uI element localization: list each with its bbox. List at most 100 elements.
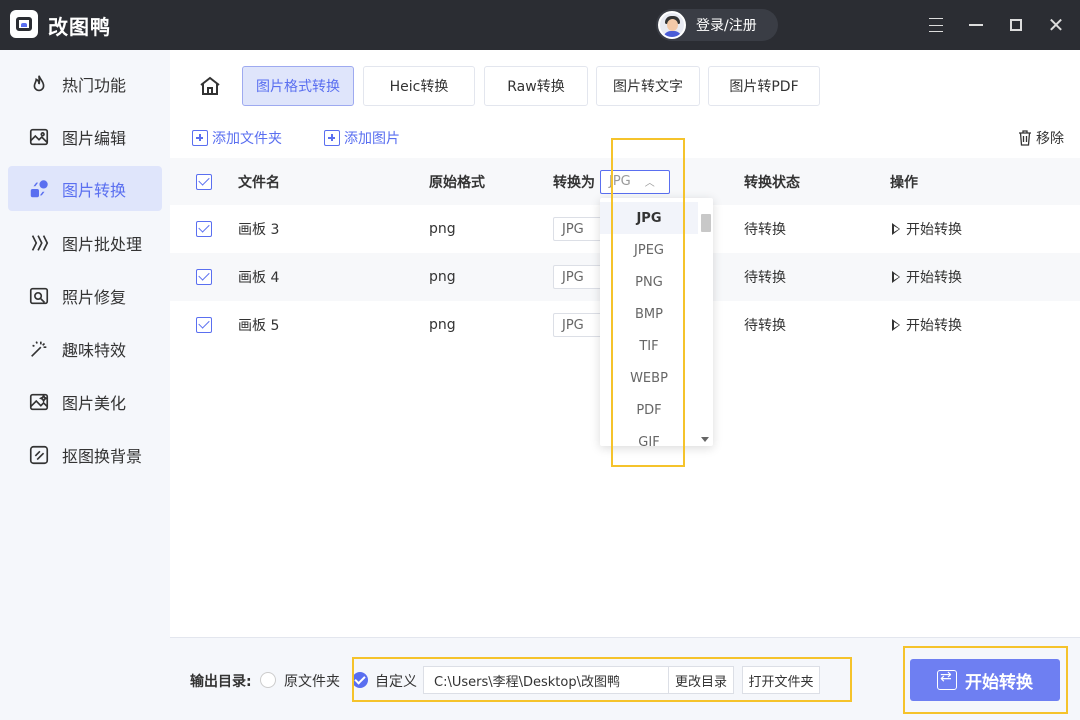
sidebar-item-label: 照片修复: [62, 287, 127, 307]
batch-format-select[interactable]: JPG ︿: [600, 169, 670, 194]
header-action: 操作: [890, 174, 918, 191]
sidebar-item-effects[interactable]: 趣味特效: [8, 326, 162, 371]
add-image-button[interactable]: 添加图片: [324, 128, 400, 148]
sidebar-item-beautify[interactable]: 图片美化: [8, 379, 162, 424]
menu-icon[interactable]: [926, 15, 946, 35]
sidebar-item-cutout[interactable]: 抠图换背景: [8, 432, 162, 477]
sidebar-item-edit[interactable]: 图片编辑: [8, 114, 162, 159]
add-folder-icon: [192, 130, 208, 146]
dropdown-option-pdf[interactable]: PDF: [600, 394, 698, 426]
row-filename: 画板 5: [238, 318, 280, 334]
row-checkbox[interactable]: [196, 221, 212, 237]
cutout-icon: [28, 444, 50, 466]
sidebar-item-label: 图片转换: [62, 180, 127, 200]
dropdown-option-webp[interactable]: WEBP: [600, 362, 698, 394]
remove-button[interactable]: 移除: [1018, 128, 1064, 148]
start-convert-button[interactable]: 开始转换: [910, 659, 1060, 701]
sidebar-item-batch[interactable]: 图片批处理: [8, 220, 162, 265]
close-icon[interactable]: ✕: [1046, 15, 1066, 35]
row-start-button[interactable]: 开始转换: [892, 301, 962, 349]
photo-repair-icon: [28, 285, 50, 307]
fire-icon: [28, 73, 50, 95]
header-convert-to: 转换为: [553, 174, 595, 191]
app-title: 改图鸭: [48, 15, 111, 39]
scrollbar-thumb[interactable]: [701, 214, 711, 232]
header-filename: 文件名: [238, 174, 280, 191]
row-format: png: [429, 221, 456, 237]
tab-to-text[interactable]: 图片转文字: [596, 66, 700, 106]
start-convert-label: 开始转换: [965, 672, 1033, 693]
sidebar-item-hot[interactable]: 热门功能: [8, 61, 162, 106]
radio-original-folder[interactable]: [260, 672, 276, 688]
row-format: png: [429, 317, 456, 333]
open-folder-button[interactable]: 打开文件夹: [742, 666, 820, 694]
beautify-icon: [28, 391, 50, 413]
sidebar: 热门功能 图片编辑 图片转换 图片批处理 照片修复 趣味特效 图片美化 抠图换背…: [0, 50, 170, 720]
remove-label: 移除: [1036, 131, 1064, 147]
login-button[interactable]: 登录/注册: [656, 9, 778, 41]
row-start-button[interactable]: 开始转换: [892, 205, 962, 253]
row-status: 待转换: [744, 222, 786, 238]
row-start-label: 开始转换: [906, 318, 962, 334]
convert-icon: [28, 178, 50, 200]
row-checkbox[interactable]: [196, 269, 212, 285]
dropdown-option-jpg[interactable]: JPG: [600, 202, 698, 234]
play-icon: [892, 271, 900, 283]
row-start-button[interactable]: 开始转换: [892, 253, 962, 301]
radio-custom-folder[interactable]: [352, 672, 368, 688]
batch-format-value: JPG: [609, 174, 631, 189]
add-image-icon: [324, 130, 340, 146]
login-label: 登录/注册: [696, 18, 757, 34]
sidebar-item-repair[interactable]: 照片修复: [8, 273, 162, 318]
sidebar-item-label: 抠图换背景: [62, 446, 143, 466]
output-path-input[interactable]: C:\Users\李程\Desktop\改图鸭: [423, 666, 669, 694]
dropdown-option-png[interactable]: PNG: [600, 266, 698, 298]
tab-raw[interactable]: Raw转换: [484, 66, 588, 106]
format-dropdown: JPG JPEG PNG BMP TIF WEBP PDF GIF: [600, 198, 713, 446]
sidebar-item-label: 热门功能: [62, 75, 127, 95]
dropdown-option-bmp[interactable]: BMP: [600, 298, 698, 330]
scroll-down-icon[interactable]: [701, 437, 709, 442]
magic-wand-icon: [28, 338, 50, 360]
output-label: 输出目录:: [190, 674, 252, 690]
chevron-up-icon: ︿: [644, 178, 655, 189]
batch-icon: [28, 232, 50, 254]
dropdown-option-tif[interactable]: TIF: [600, 330, 698, 362]
row-start-label: 开始转换: [906, 222, 962, 238]
sidebar-item-label: 图片批处理: [62, 234, 143, 254]
home-icon[interactable]: [198, 74, 222, 98]
radio-custom-label: 自定义: [375, 674, 417, 690]
row-status: 待转换: [744, 270, 786, 286]
play-icon: [892, 319, 900, 331]
tab-format-convert[interactable]: 图片格式转换: [242, 66, 354, 106]
sidebar-item-label: 图片美化: [62, 393, 127, 413]
header-status: 转换状态: [744, 174, 800, 191]
select-all-checkbox[interactable]: [196, 173, 212, 190]
sidebar-item-convert[interactable]: 图片转换: [8, 166, 162, 211]
maximize-icon[interactable]: [1006, 15, 1026, 35]
row-start-label: 开始转换: [906, 270, 962, 286]
row-filename: 画板 4: [238, 270, 280, 286]
app-logo-icon: [10, 10, 38, 38]
add-folder-button[interactable]: 添加文件夹: [192, 128, 282, 148]
row-status: 待转换: [744, 318, 786, 334]
dropdown-scrollbar[interactable]: [700, 210, 711, 442]
image-edit-icon: [28, 126, 50, 148]
avatar: [658, 11, 686, 39]
play-icon: [892, 223, 900, 235]
sidebar-item-label: 图片编辑: [62, 128, 127, 148]
change-dir-button[interactable]: 更改目录: [668, 666, 734, 694]
add-image-label: 添加图片: [344, 131, 400, 147]
minimize-icon[interactable]: [966, 15, 986, 35]
swap-icon: [937, 669, 957, 690]
tab-heic[interactable]: Heic转换: [363, 66, 475, 106]
trash-icon: [1019, 130, 1031, 146]
dropdown-option-gif[interactable]: GIF: [600, 426, 698, 447]
add-folder-label: 添加文件夹: [212, 131, 282, 147]
radio-original-label: 原文件夹: [284, 674, 340, 690]
dropdown-option-jpeg[interactable]: JPEG: [600, 234, 698, 266]
row-checkbox[interactable]: [196, 317, 212, 333]
tab-to-pdf[interactable]: 图片转PDF: [708, 66, 820, 106]
output-bar: 输出目录: 原文件夹 自定义 C:\Users\李程\Desktop\改图鸭 更…: [170, 637, 1080, 720]
row-filename: 画板 3: [238, 222, 280, 238]
